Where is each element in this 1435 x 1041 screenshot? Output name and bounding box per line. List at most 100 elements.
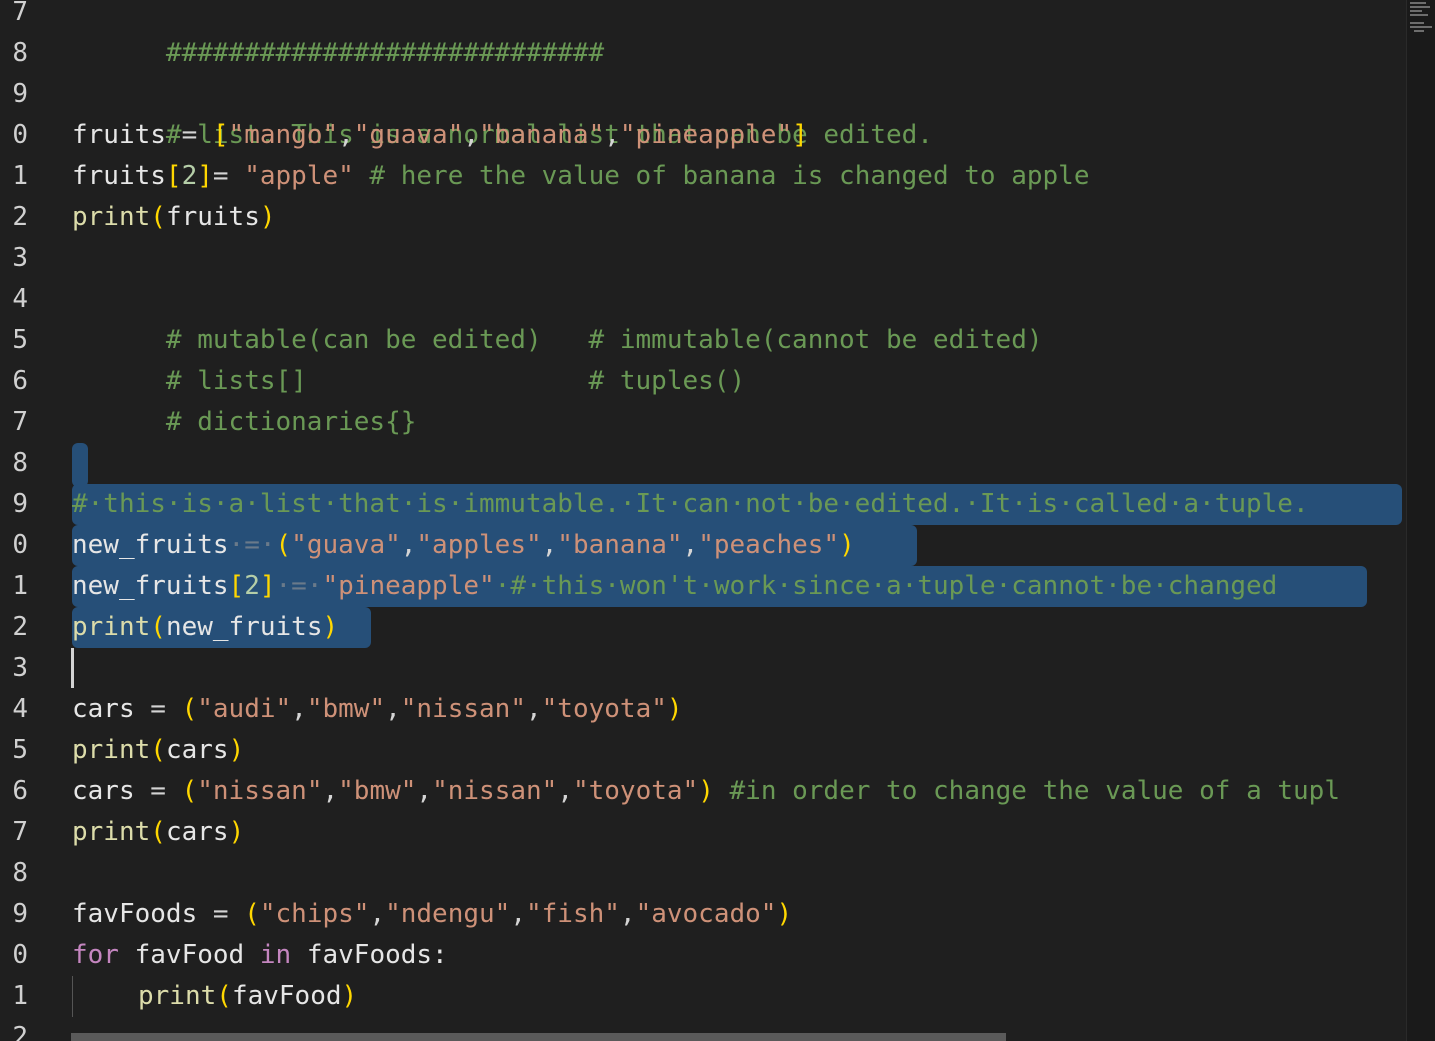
- variable: favFood: [118, 940, 260, 970]
- function-name: print: [72, 612, 151, 642]
- comment: #in order to change the value of a tupl: [713, 776, 1341, 806]
- string-literal: "nissan": [432, 776, 558, 806]
- string-literal: "avocado": [635, 899, 777, 929]
- variable: cars: [72, 694, 135, 724]
- function-name: print: [72, 202, 151, 232]
- code-line[interactable]: print(cars): [72, 812, 244, 853]
- line-number: 0: [12, 940, 28, 970]
- string-literal: "audi": [197, 694, 292, 724]
- string-literal: "apples": [416, 530, 542, 560]
- string-literal: "pineapple": [322, 571, 495, 601]
- code-line[interactable]: # lists[] # tuples(): [72, 320, 745, 396]
- string-literal: "bmw": [306, 694, 386, 724]
- function-name: print: [72, 817, 151, 847]
- code-line[interactable]: # list. This is a normal list that can b…: [72, 74, 933, 150]
- line-number: 2: [12, 612, 28, 642]
- string-literal: "banana": [479, 120, 605, 150]
- variable: cars: [165, 817, 229, 847]
- keyword: in: [259, 940, 292, 970]
- line-number: 9: [12, 489, 28, 519]
- string-literal: "chips": [259, 899, 370, 929]
- line-number: 4: [12, 694, 28, 724]
- code-line[interactable]: for favFood in favFoods:: [72, 935, 448, 976]
- string-literal: "nissan": [197, 776, 323, 806]
- variable: cars: [72, 776, 135, 806]
- code-line[interactable]: print(fruits): [72, 197, 276, 238]
- horizontal-scrollbar[interactable]: [71, 1033, 1006, 1041]
- line-number: 6: [12, 776, 28, 806]
- string-literal: "guava": [353, 120, 464, 150]
- operator: =: [134, 694, 182, 724]
- operator: =: [197, 899, 245, 929]
- line-number: 4: [12, 284, 28, 314]
- code-line[interactable]: cars = ("nissan","bmw","nissan","toyota"…: [72, 771, 1340, 812]
- code-line[interactable]: # mutable(can be edited) # immutable(can…: [72, 279, 1043, 355]
- line-number: 2: [12, 1022, 28, 1041]
- code-line[interactable]: # dictionaries{}: [72, 361, 416, 437]
- operator: ·=·: [275, 571, 323, 601]
- operator: =: [212, 161, 245, 191]
- variable: fruits: [165, 202, 260, 232]
- line-number: 7: [12, 0, 28, 27]
- function-name: print: [138, 981, 217, 1011]
- code-line[interactable]: print(new_fruits): [72, 607, 338, 648]
- line-number: 7: [12, 407, 28, 437]
- variable: favFoods:: [291, 940, 448, 970]
- line-number: 0: [12, 530, 28, 560]
- comment: # dictionaries{}: [165, 407, 417, 437]
- text-cursor: [71, 648, 74, 688]
- line-number: 3: [12, 243, 28, 273]
- minimap[interactable]: [1410, 2, 1434, 38]
- variable: new_fruits: [165, 612, 323, 642]
- code-editor[interactable]: 7 8 9 0 1 2 3 4 5 6 7 8 9 0 1 2 3 4 5 6 7 8 9 0 1 2 #############…: [0, 0, 1435, 1041]
- variable: fruits: [72, 120, 166, 150]
- variable: new_fruits: [72, 530, 229, 560]
- comment: ############################: [165, 38, 605, 68]
- code-line[interactable]: fruits = ["mango","guava","banana","pine…: [72, 115, 808, 156]
- line-number: 1: [12, 981, 28, 1011]
- string-literal: "bmw": [338, 776, 417, 806]
- string-literal: "apple": [244, 161, 354, 191]
- string-literal: "toyota": [541, 694, 667, 724]
- line-number: 9: [12, 899, 28, 929]
- number-literal: 2: [181, 161, 198, 191]
- variable: fruits: [72, 161, 166, 191]
- comment: # here the value of banana is changed to…: [353, 161, 1090, 191]
- variable: favFoods: [72, 899, 198, 929]
- code-line[interactable]: print(cars): [72, 730, 244, 771]
- string-literal: "mango": [228, 120, 339, 150]
- line-number: 6: [12, 366, 28, 396]
- line-number: 5: [12, 325, 28, 355]
- line-number: 5: [12, 735, 28, 765]
- line-number: 7: [12, 817, 28, 847]
- code-line[interactable]: ############################: [72, 0, 604, 68]
- operator: ·=·: [228, 530, 276, 560]
- code-line[interactable]: new_fruits[2]·=·"pineapple"·#·this·won't…: [72, 566, 1277, 607]
- line-number: 1: [12, 161, 28, 191]
- variable: cars: [165, 735, 229, 765]
- code-line[interactable]: cars = ("audi","bmw","nissan","toyota"): [72, 689, 683, 730]
- comment: #·this·is·a·list·that·is·immutable.·It·c…: [72, 489, 1309, 519]
- code-line[interactable]: new_fruits·=·("guava","apples","banana",…: [72, 525, 855, 566]
- string-literal: "ndengu": [385, 899, 511, 929]
- code-line[interactable]: #·this·is·a·list·that·is·immutable.·It·c…: [72, 484, 1309, 525]
- code-line[interactable]: fruits[2]= "apple" # here the value of b…: [72, 156, 1090, 197]
- code-area[interactable]: ############################ # list. Thi…: [72, 0, 1406, 1041]
- string-literal: "pineapple": [619, 120, 793, 150]
- variable: new_fruits: [72, 571, 229, 601]
- comment: ·#·this·won't·work·since·a·tuple·cannot·…: [494, 571, 1278, 601]
- code-line[interactable]: print(favFood): [138, 976, 357, 1017]
- line-number: 1: [12, 571, 28, 601]
- line-number: 9: [12, 79, 28, 109]
- variable: favFood: [231, 981, 342, 1011]
- line-number: 8: [12, 38, 28, 68]
- vertical-scrollbar[interactable]: [1406, 0, 1435, 1041]
- string-literal: "guava": [291, 530, 401, 560]
- string-literal: "fish": [525, 899, 620, 929]
- line-number: 3: [12, 653, 28, 683]
- code-line[interactable]: favFoods = ("chips","ndengu","fish","avo…: [72, 894, 792, 935]
- operator: =: [165, 120, 213, 150]
- line-number: 8: [12, 858, 28, 888]
- string-literal: "peaches": [698, 530, 840, 560]
- keyword: for: [72, 940, 119, 970]
